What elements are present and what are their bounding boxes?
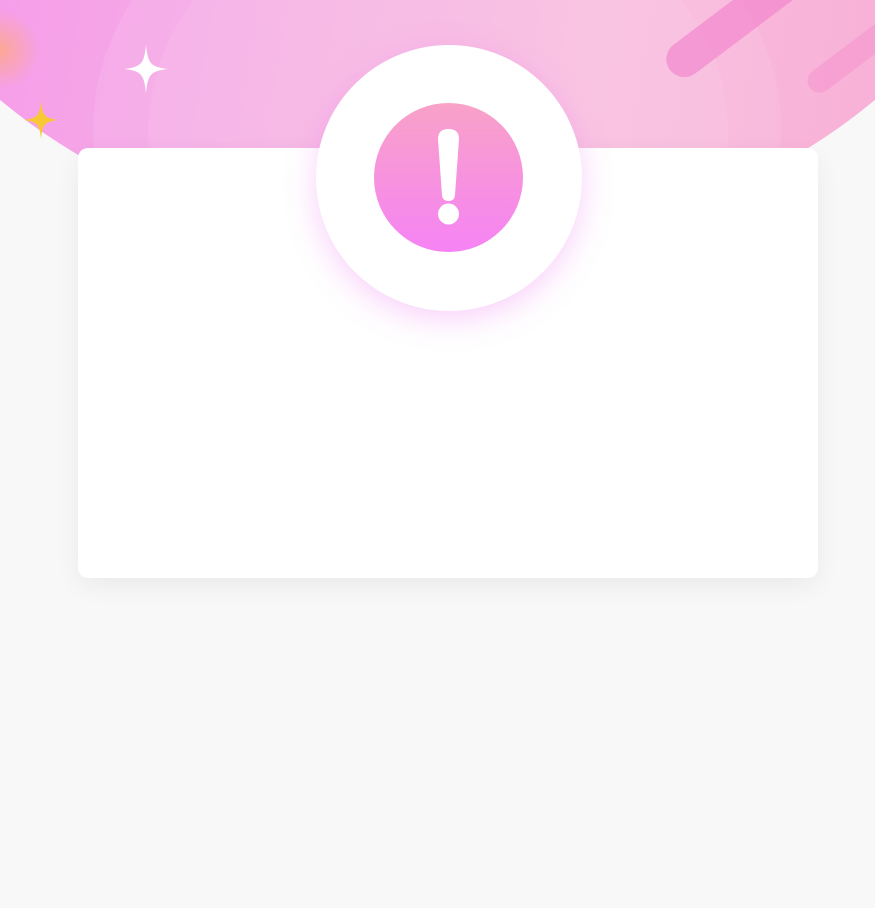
sparkle-yellow-icon — [24, 101, 58, 139]
exclamation-icon — [438, 129, 459, 225]
error-page — [0, 0, 875, 908]
alert-circle — [374, 103, 523, 252]
diagonal-bar-decoration-small — [802, 6, 875, 98]
sparkle-white-icon — [124, 45, 168, 93]
alert-badge — [316, 45, 582, 311]
